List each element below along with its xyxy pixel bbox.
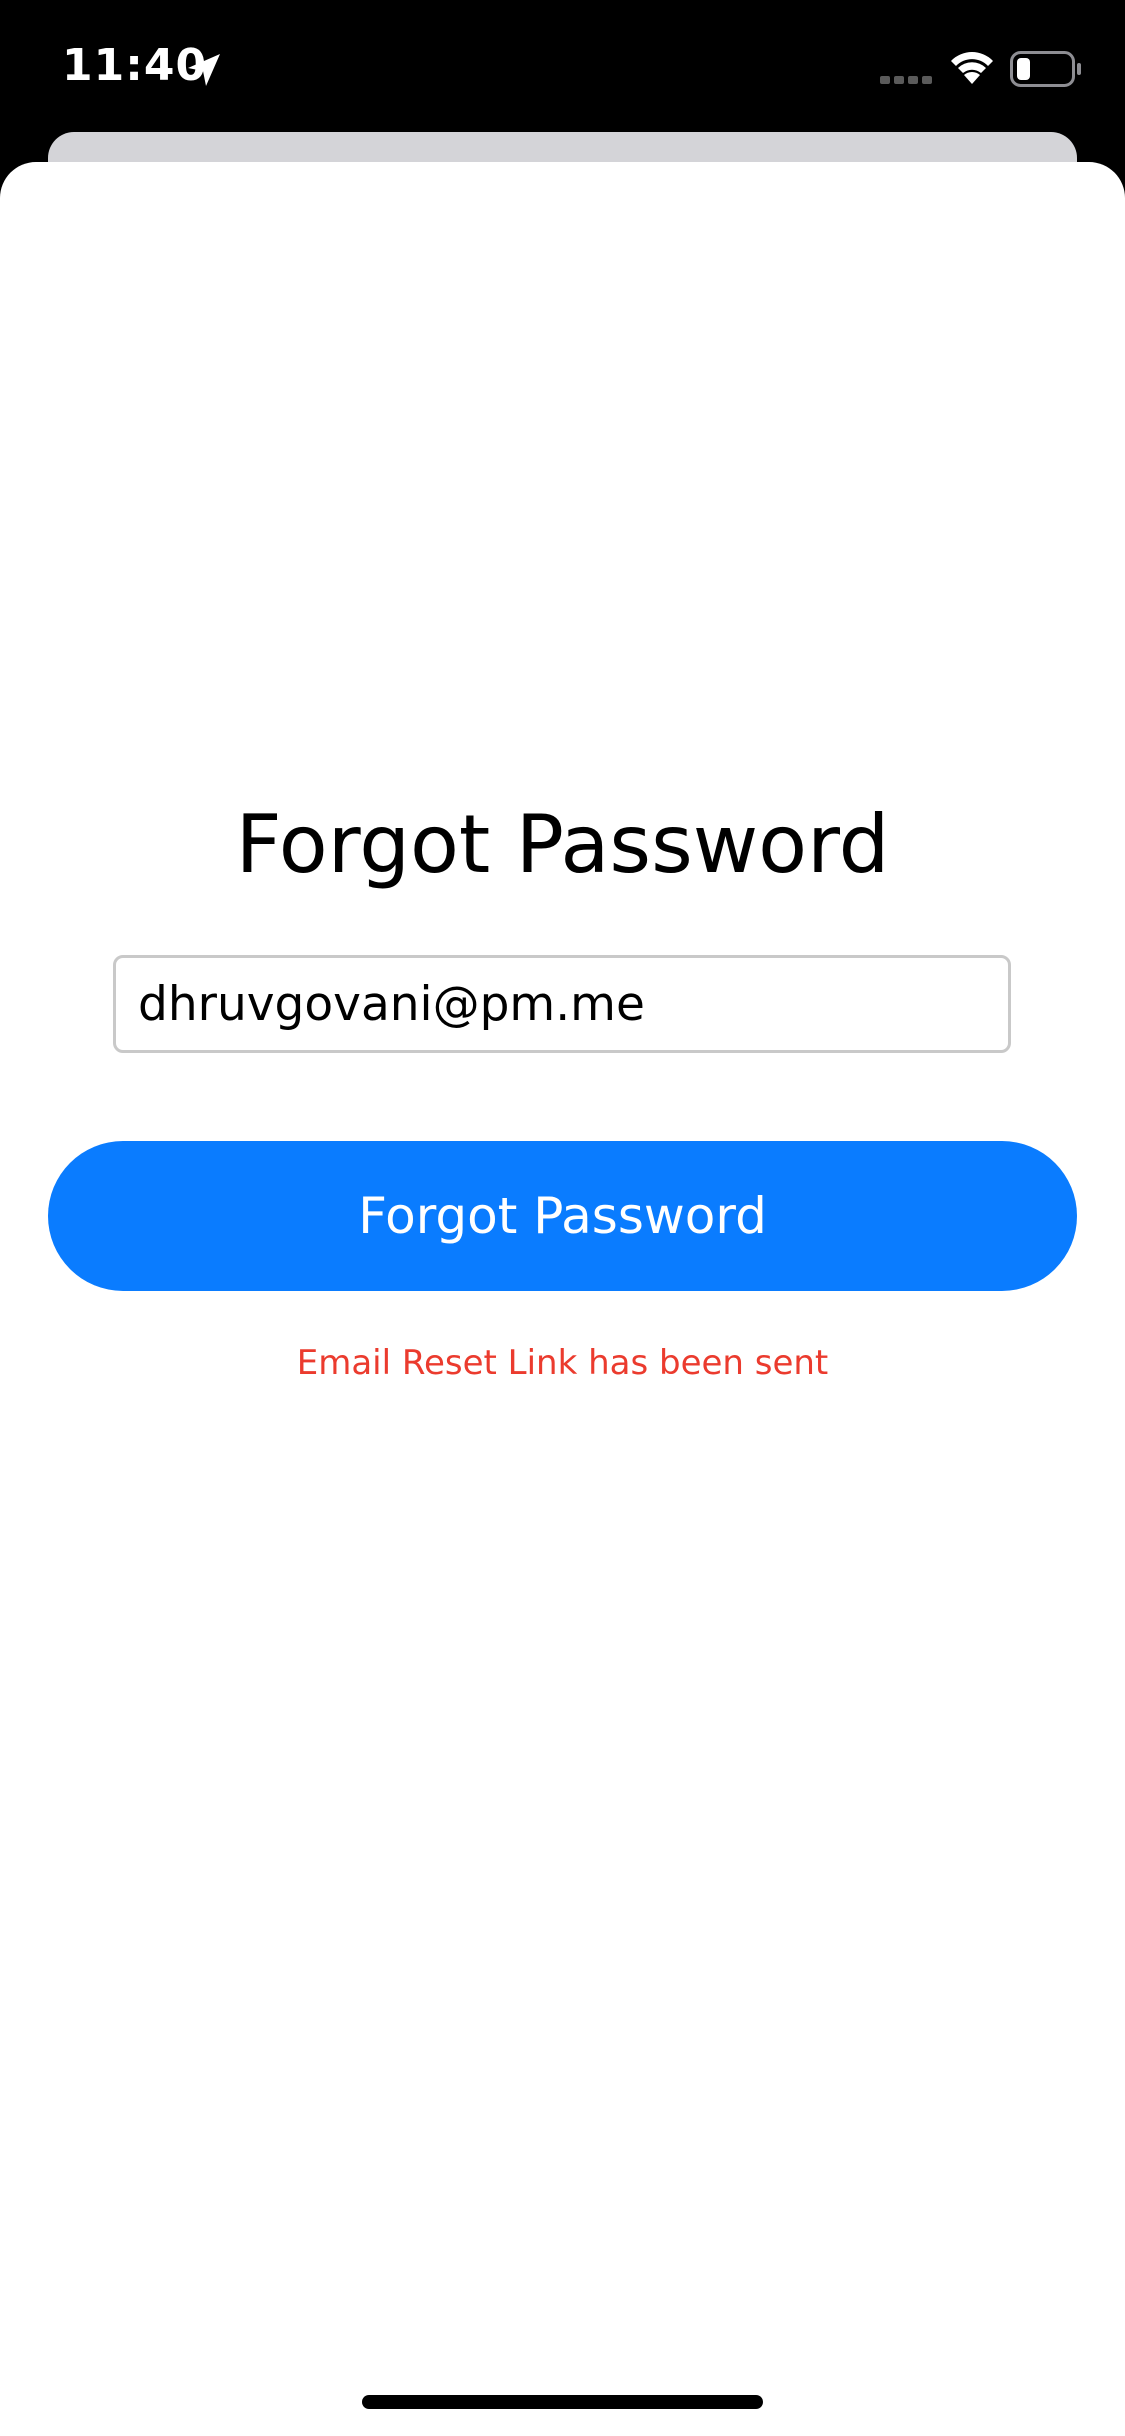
email-input[interactable]	[116, 958, 1008, 1050]
email-field[interactable]	[113, 955, 1011, 1053]
phone-screen: 11:40 Forgot Password Forgot Password Em…	[0, 0, 1125, 2436]
location-arrow-icon	[188, 54, 220, 86]
forgot-password-sheet	[0, 162, 1125, 2436]
forgot-password-button[interactable]: Forgot Password	[48, 1141, 1077, 1291]
wifi-icon	[951, 52, 993, 84]
status-message: Email Reset Link has been sent	[296, 1343, 829, 1383]
cellular-signal-icon	[880, 76, 932, 84]
home-indicator[interactable]	[362, 2395, 763, 2409]
battery-icon	[1010, 51, 1081, 87]
page-title: Forgot Password	[235, 798, 890, 891]
status-bar: 11:40	[0, 0, 1125, 135]
